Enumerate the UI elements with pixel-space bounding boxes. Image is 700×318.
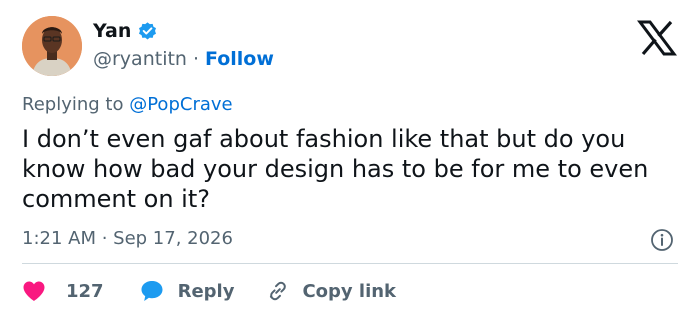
- tweet-text: I don’t even gaf about fashion like that…: [22, 125, 649, 213]
- action-bar: 127 Reply Copy link: [22, 277, 396, 305]
- speech-bubble-icon: [141, 281, 163, 301]
- copy-link-button[interactable]: Copy link: [266, 279, 396, 303]
- reply-label: Reply: [177, 280, 235, 302]
- author-name-row: Yan: [93, 20, 158, 42]
- author-handle-row: @ryantitn · Follow: [93, 48, 274, 70]
- author-name[interactable]: Yan: [93, 20, 131, 42]
- tweet-card: Yan @ryantitn · Follow Replying to @PopCra…: [0, 0, 700, 318]
- follow-button[interactable]: Follow: [205, 48, 274, 70]
- info-icon[interactable]: [650, 228, 674, 252]
- like-button[interactable]: 127: [22, 280, 104, 302]
- tweet-timestamp[interactable]: 1:21 AM · Sep 17, 2026: [22, 228, 233, 249]
- x-logo-icon[interactable]: [637, 20, 677, 56]
- author-handle[interactable]: @ryantitn: [93, 48, 187, 70]
- divider: [22, 263, 678, 264]
- reply-mention-link[interactable]: @PopCrave: [129, 94, 232, 115]
- verified-badge-icon: [137, 21, 158, 42]
- replying-to: Replying to @PopCrave: [22, 94, 233, 115]
- replying-prefix: Replying to: [22, 94, 124, 115]
- link-icon: [270, 281, 287, 301]
- separator-dot: ·: [192, 48, 200, 70]
- avatar[interactable]: [22, 16, 82, 76]
- like-count: 127: [66, 280, 104, 302]
- copy-link-label: Copy link: [302, 280, 397, 302]
- reply-button[interactable]: Reply: [140, 279, 235, 303]
- heart-icon: [23, 281, 45, 301]
